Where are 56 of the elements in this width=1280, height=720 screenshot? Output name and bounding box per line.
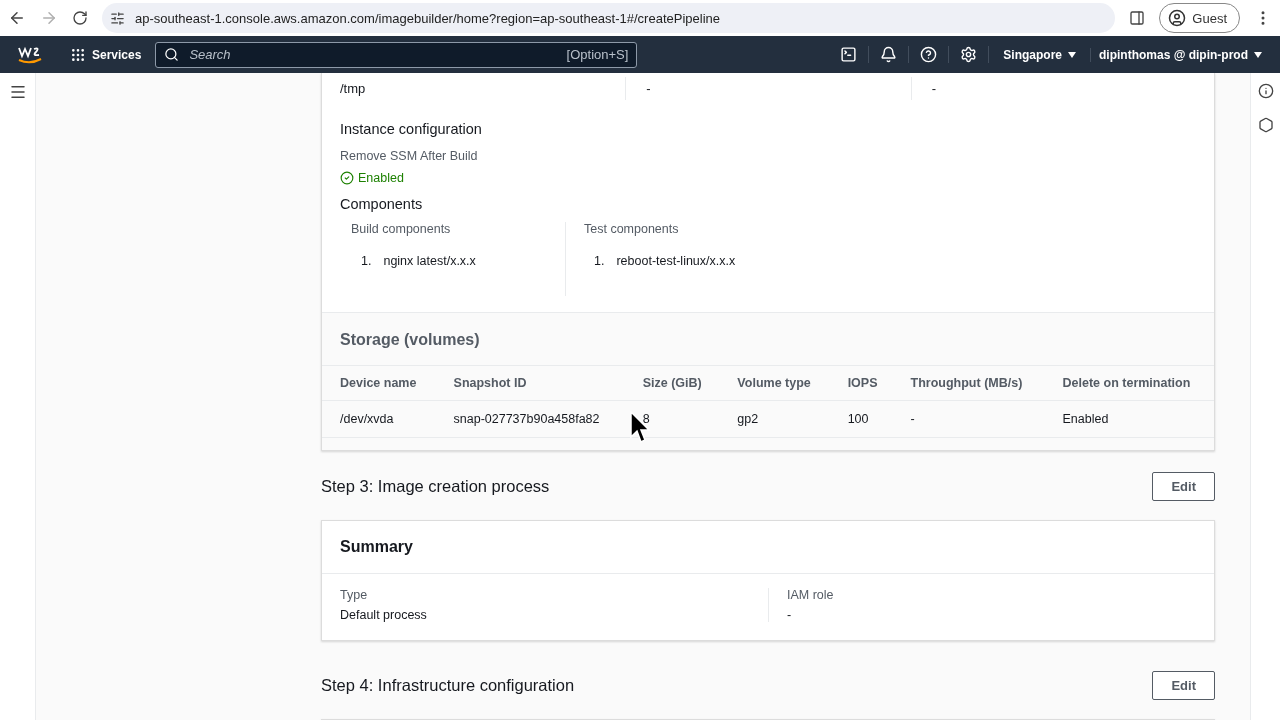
list-number: 1. [361,254,372,268]
hexagon-icon[interactable] [1257,117,1274,133]
field-label: Type [340,588,369,602]
section-title: Instance configuration [340,121,483,137]
column-header: IOPS [829,365,893,401]
column-header: Delete on termination [1044,365,1214,401]
status-enabled: Enabled [340,171,1196,185]
check-circle-icon [340,171,354,185]
storage-title: Storage (volumes) [339,330,481,350]
table-cell: snap-027737b90a458fa82 [435,400,625,438]
shortcut-hint: [Option+S] [566,47,629,62]
field-label: IAM role [787,588,835,602]
field-value: Default process [340,608,428,622]
services-button[interactable]: Services [62,46,150,63]
step-title: Step 4: Infrastructure configuration [321,676,575,695]
table-cell: - [892,400,1045,438]
component-name: reboot-test-linux/x.x.x [616,254,736,268]
table-cell: Enabled [1044,400,1214,438]
section-title: Components [340,196,424,212]
table-cell: /dev/xvda [322,400,436,438]
column-header: Volume type [719,365,830,401]
side-panel-icon[interactable] [1129,10,1146,26]
summary-title: Summary [322,521,1214,574]
step-title: Step 3: Image creation process [321,477,550,496]
profile-button[interactable]: Guest [1159,3,1240,33]
menu-icon[interactable] [8,83,27,101]
column-header: Device name [322,365,436,401]
field-value: - [787,608,793,622]
column-header: Size (GiB) [624,365,720,401]
search-icon [164,47,180,62]
region-menu[interactable]: Singapore [989,47,1091,62]
component-name: nginx latest/x.x.x [383,254,476,268]
column-header: Throughput (MB/s) [892,365,1045,401]
edit-button[interactable]: Edit [1152,671,1215,700]
search-bar[interactable]: Search [Option+S] [155,41,638,68]
grid-icon [70,46,86,63]
reload-icon[interactable] [72,10,88,26]
account-menu[interactable]: dipinthomas @ dipin-prod [1091,47,1270,62]
table-cell: 8 [624,400,720,438]
edit-button[interactable]: Edit [1152,472,1215,501]
components-label: Build components [351,222,452,236]
table-cell: gp2 [719,400,830,438]
search-field[interactable]: Search [187,46,559,63]
field-value: - [910,77,1196,100]
user-icon [1168,9,1187,27]
field-value: - [625,77,911,100]
info-icon[interactable] [1257,83,1274,99]
field-value: /tmp [340,80,367,98]
components-label: Test components [584,222,680,236]
address-bar[interactable]: ap-southeast-1.console.aws.amazon.com/imagebuilder/home?region=ap-southeast-1#/createPipeline [102,3,1116,33]
site-settings-icon[interactable] [110,10,125,26]
field-label: Remove SSM After Build [340,149,479,163]
column-header: Snapshot ID [435,365,625,401]
back-icon[interactable] [8,9,26,27]
list-number: 1. [594,254,605,268]
table-cell: 100 [829,400,893,438]
